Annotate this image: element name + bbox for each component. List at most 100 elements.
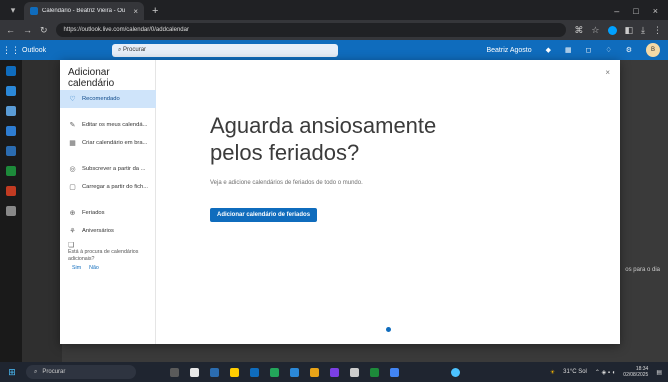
nav-create-blank[interactable]: ▦ Criar calendário em bra... (60, 134, 156, 152)
clock[interactable]: 18:34 02/08/2025 (623, 366, 648, 378)
add-calendar-dialog: Adicionar calendário ♡ Recomendado ✎ Edi… (60, 60, 620, 344)
store-icon[interactable] (210, 367, 219, 377)
app-icon-6[interactable] (370, 367, 379, 377)
translate-icon[interactable]: ⌘ (574, 25, 583, 36)
browser-menu-icon[interactable]: ⋮ (653, 25, 662, 36)
copilot-icon[interactable] (451, 367, 460, 377)
forward-icon[interactable]: → (23, 25, 32, 35)
lightbulb-icon: ♡ (69, 96, 76, 103)
dialog-close-icon[interactable]: × (605, 68, 610, 77)
taskbar-search[interactable]: ⌕ Procurar (26, 365, 136, 379)
app-icon-4[interactable] (310, 367, 319, 377)
additional-calendars-hint: ❏ Está à procura de calendários adiciona… (60, 240, 156, 272)
windows-start-icon[interactable]: ⊞ (4, 367, 20, 378)
app-icon-3[interactable] (290, 367, 299, 377)
outlook-search-input[interactable]: ⌕ Procurar (112, 43, 338, 57)
todo-app-icon[interactable] (6, 126, 16, 136)
app-icon-5[interactable] (330, 367, 339, 377)
nav-holidays-label: Feriados (82, 210, 105, 216)
edge-icon[interactable] (250, 367, 259, 377)
weather-sun-icon: ☀ (549, 369, 556, 376)
onedrive-app-icon[interactable] (6, 146, 16, 156)
dialog-nav-list: ♡ Recomendado ✎ Editar os meus calendá..… (60, 90, 156, 272)
pagination-dot (386, 327, 391, 332)
teams-icon[interactable]: ◆ (546, 46, 551, 54)
powerpoint-app-icon[interactable] (6, 186, 16, 196)
background-sidebar (22, 60, 62, 362)
app-icon-2[interactable] (270, 367, 279, 377)
windows-taskbar: ⊞ ⌕ Procurar ☀ 31°C Sol ⌃ ◈ ▪ ◖ 18:34 02… (0, 362, 668, 382)
clock-date: 02/08/2025 (623, 372, 649, 378)
tab-menu-icon[interactable]: ▾ (4, 2, 22, 18)
app-icon-1[interactable] (230, 367, 239, 377)
dialog-nav: Adicionar calendário ♡ Recomendado ✎ Edi… (60, 60, 156, 344)
nav-edit-calendars[interactable]: ✎ Editar os meus calendá... (60, 116, 156, 134)
window-close-button[interactable]: × (653, 6, 658, 16)
browser-tab-calendar[interactable]: Calendário - Beatriz Vieira - Ou × (24, 2, 144, 20)
settings-icon[interactable] (350, 367, 359, 377)
nav-subscribe-web[interactable]: ◎ Subscrever a partir da ... (60, 160, 156, 178)
search-placeholder: Procurar (123, 47, 147, 53)
tray-icons[interactable]: ⌃ ◈ ▪ ◖ (595, 369, 615, 376)
outlook-favicon-icon (30, 7, 38, 15)
outlook-brand[interactable]: Outlook (22, 47, 112, 54)
nav-create-label: Criar calendário em bra... (82, 140, 148, 146)
content-subtitle: Veja e adicione calendários de feriados … (210, 180, 363, 186)
nav-holidays[interactable]: ⊕ Feriados (60, 204, 156, 222)
holiday-globe-icon: ⊕ (69, 210, 76, 217)
bookmark-star-icon[interactable]: ☆ (591, 25, 599, 36)
url-field[interactable]: https://outlook.live.com/calendar/0/addc… (55, 23, 567, 37)
file-explorer-icon[interactable] (190, 367, 199, 377)
tab-close-icon[interactable]: × (133, 7, 138, 16)
taskbar-search-icon: ⌕ (34, 368, 38, 375)
mail-app-icon[interactable] (6, 66, 16, 76)
nav-birthdays[interactable]: ⚘ Aniversários (60, 222, 156, 240)
edit-icon: ✎ (69, 122, 76, 129)
notification-center-icon[interactable]: ▤ (656, 369, 662, 376)
tab-title: Calendário - Beatriz Vieira - Ou (42, 8, 126, 14)
bell-icon[interactable]: ♢ (605, 46, 611, 54)
nav-upload-label: Carregar a partir do fich... (82, 184, 149, 190)
hint-links: Sim Não (68, 265, 148, 272)
weather-text[interactable]: 31°C Sol (563, 369, 587, 375)
extensions-icon[interactable]: ◧ (625, 25, 634, 36)
download-icon[interactable]: ⤓ (641, 25, 645, 36)
nav-recommended[interactable]: ♡ Recomendado (60, 90, 156, 108)
excel-app-icon[interactable] (6, 166, 16, 176)
nav-upload-file[interactable]: ▢ Carregar a partir do fich... (60, 178, 156, 196)
cake-icon: ⚘ (69, 228, 76, 235)
notification-icon[interactable]: ◻ (586, 46, 592, 54)
user-name[interactable]: Beatriz Agosto (486, 47, 531, 54)
extension-icon[interactable] (607, 25, 617, 35)
content-heading-line2: pelos feriados? (210, 140, 360, 165)
chat-icon: ❏ (68, 242, 75, 249)
chrome-icon[interactable] (390, 367, 399, 377)
hint-no-link[interactable]: Não (89, 265, 99, 272)
nav-subscribe-label: Subscrever a partir da ... (82, 166, 146, 172)
back-icon[interactable]: ← (6, 25, 15, 35)
more-apps-icon[interactable] (6, 206, 16, 216)
people-app-icon[interactable] (6, 106, 16, 116)
outlook-header-right: Beatriz Agosto ◆ ▦ ◻ ♢ ⚙ B (486, 43, 668, 57)
outlook-header: ⋮⋮ Outlook ⌕ Procurar Beatriz Agosto ◆ ▦… (0, 40, 668, 60)
task-view-icon[interactable] (170, 367, 179, 377)
maximize-button[interactable]: □ (633, 6, 638, 16)
new-tab-button[interactable]: + (152, 5, 158, 17)
settings-gear-icon[interactable]: ⚙ (626, 46, 632, 54)
taskbar-search-placeholder: Procurar (42, 369, 66, 375)
calendar-app-icon[interactable] (6, 86, 16, 96)
reload-icon[interactable]: ↻ (40, 25, 48, 36)
url-text: https://outlook.live.com/calendar/0/addc… (63, 27, 189, 33)
avatar[interactable]: B (646, 43, 660, 57)
app-launcher-icon[interactable]: ⋮⋮ (0, 45, 22, 56)
app-rail (0, 60, 22, 362)
browser-tab-strip: ▾ Calendário - Beatriz Vieira - Ou × + –… (0, 0, 668, 20)
hint-yes-link[interactable]: Sim (72, 265, 81, 272)
dialog-title: Adicionar calendário (68, 67, 115, 89)
file-icon: ▢ (69, 184, 76, 191)
taskbar-apps (170, 367, 399, 377)
minimize-button[interactable]: – (614, 6, 619, 16)
calendar-header-icon[interactable]: ▦ (565, 46, 572, 54)
add-holiday-calendar-button[interactable]: Adicionar calendário de feriados (210, 208, 318, 222)
dialog-content: Aguarda ansiosamente pelos feriados? Vej… (210, 112, 560, 222)
